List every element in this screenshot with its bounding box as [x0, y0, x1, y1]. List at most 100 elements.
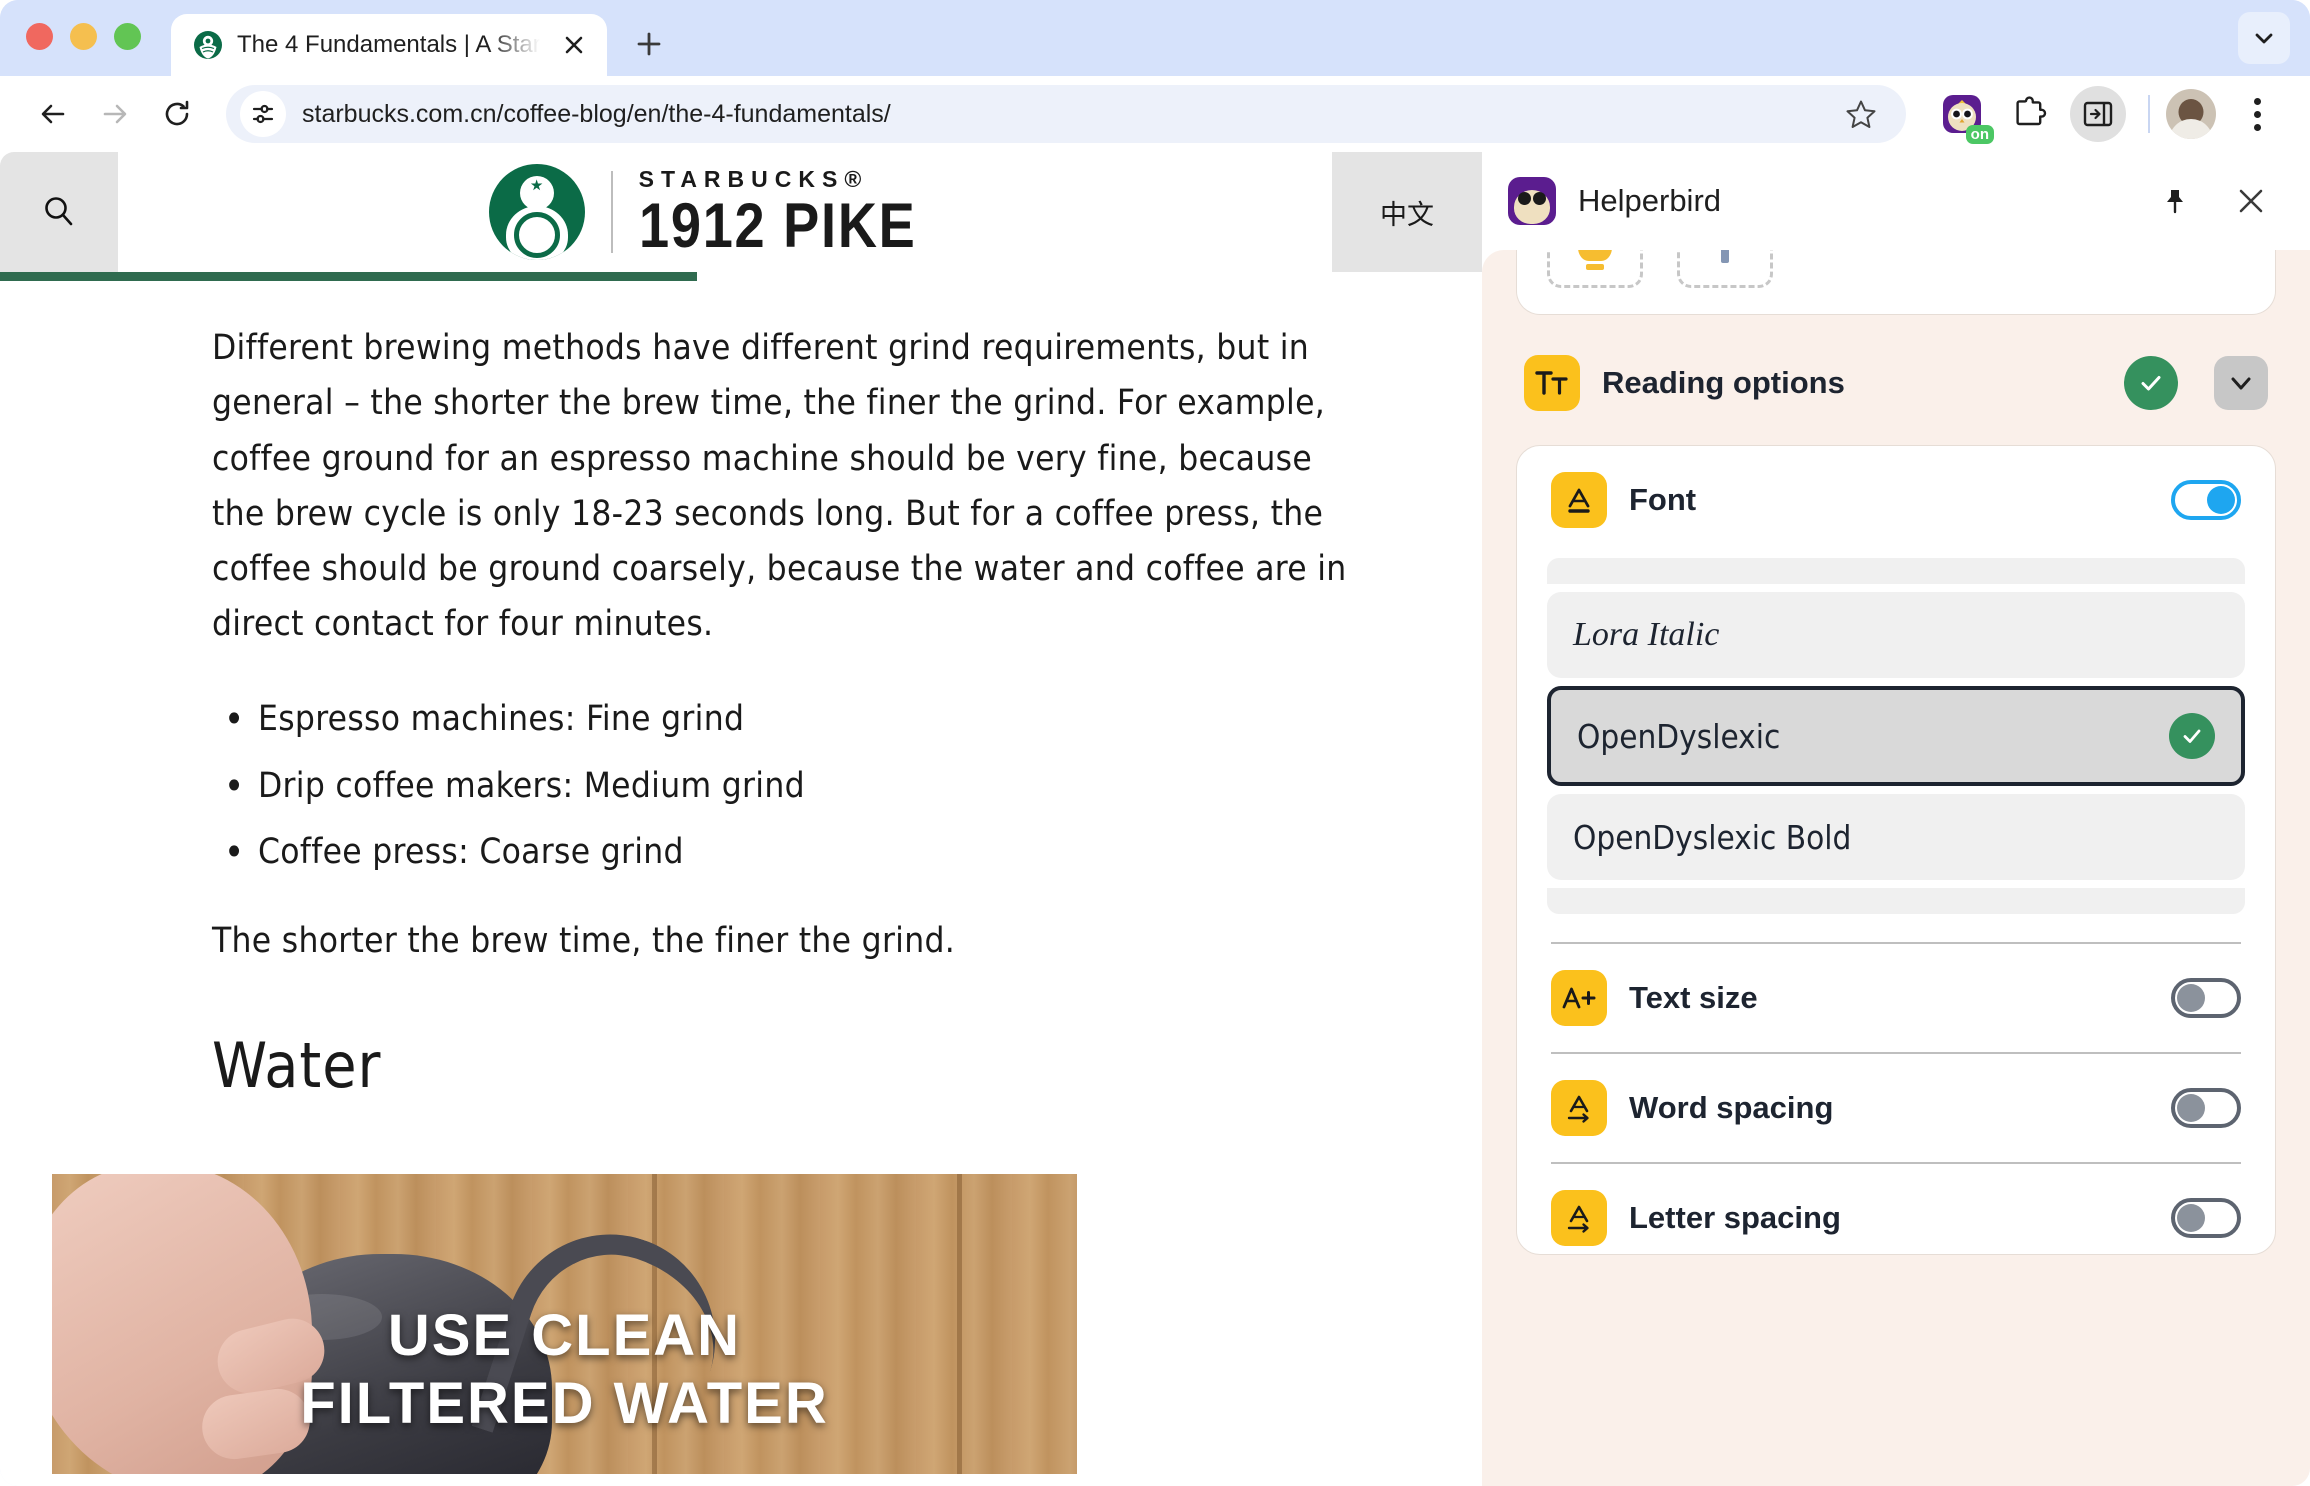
address-bar[interactable]: starbucks.com.cn/coffee-blog/en/the-4-fu…: [226, 85, 1906, 143]
arrow-right-icon: [98, 97, 132, 131]
check-circle-icon[interactable]: [2124, 356, 2178, 410]
font-option-opendyslexic-bold[interactable]: OpenDyslexic Bold: [1547, 794, 2245, 880]
plus-icon: [635, 30, 663, 58]
text-size-row: Text size: [1547, 944, 2245, 1052]
helperbird-owl-icon: [1508, 177, 1556, 225]
viewport: STARBUCKS® 1912 PIKE 中文 Different brewin…: [0, 152, 2310, 1486]
letter-spacing-toggle[interactable]: [2171, 1198, 2241, 1238]
extensions-button[interactable]: [2002, 86, 2058, 142]
star-icon[interactable]: [1838, 91, 1884, 137]
section-heading-water: Water: [212, 1028, 382, 1102]
new-tab-button[interactable]: [621, 16, 677, 72]
maximize-window-button[interactable]: [114, 22, 141, 50]
font-toggle[interactable]: [2171, 480, 2241, 520]
word-spacing-toggle[interactable]: [2171, 1088, 2241, 1128]
extension-on-badge: on: [1965, 124, 1994, 144]
brand-1912-pike: 1912 PIKE: [638, 191, 917, 261]
font-label: Font: [1629, 482, 1697, 517]
font-option-opendyslexic[interactable]: OpenDyslexic: [1547, 686, 2245, 786]
grind-list: Espresso machines: Fine grind Drip coffe…: [212, 695, 1347, 877]
reading-progress-track: [0, 272, 1482, 281]
chevron-down-icon: [2227, 369, 2255, 397]
back-button[interactable]: [22, 83, 84, 145]
tab-strip: The 4 Fundamentals | A Starb: [0, 0, 2310, 76]
check-circle-icon: [2169, 713, 2215, 759]
word-spacing-row: Word spacing: [1547, 1054, 2245, 1162]
browser-window: The 4 Fundamentals | A Starb starbucks.c…: [0, 0, 2310, 1486]
letter-spacing-icon: [1551, 1190, 1607, 1246]
three-dot-menu-icon[interactable]: [2230, 86, 2284, 142]
font-option-row: Font: [1547, 446, 2245, 554]
search-icon: [39, 192, 79, 232]
article-paragraph: Different brewing methods have different…: [212, 328, 1347, 645]
web-page: STARBUCKS® 1912 PIKE 中文 Different brewin…: [0, 152, 1482, 1486]
plus-icon: [1702, 250, 1748, 263]
closing-line: The shorter the brew time, the finer the…: [212, 921, 956, 962]
quick-actions-card: [1516, 250, 2276, 315]
browser-tab[interactable]: The 4 Fundamentals | A Starb: [171, 14, 607, 76]
font-options-list: Lora Italic OpenDyslexic OpenDyslexic Bo…: [1547, 554, 2245, 914]
font-icon: [1551, 472, 1607, 528]
starbucks-siren-icon: [488, 164, 585, 260]
list-item: Espresso machines: Fine grind: [212, 695, 1347, 743]
panel-header: Helperbird: [1482, 152, 2310, 250]
reading-progress-fill: [0, 272, 697, 281]
letter-spacing-label: Letter spacing: [1629, 1200, 1841, 1235]
site-search-button[interactable]: [0, 152, 118, 272]
window-controls: [26, 0, 171, 76]
font-option-lora-italic[interactable]: Lora Italic: [1547, 592, 2245, 678]
side-panel-icon: [2081, 97, 2115, 131]
tab-search-button[interactable]: [2238, 12, 2290, 64]
word-spacing-label: Word spacing: [1629, 1090, 1834, 1125]
chevron-down-icon: [2252, 26, 2276, 50]
figure-overlay-line-1: USE CLEAN: [387, 1302, 742, 1368]
arrow-left-icon: [36, 97, 70, 131]
tune-icon[interactable]: [240, 91, 286, 137]
word-spacing-icon: [1551, 1080, 1607, 1136]
browser-toolbar: starbucks.com.cn/coffee-blog/en/the-4-fu…: [0, 76, 2310, 152]
panel-body: Reading options Font Lora Italic OpenDys…: [1482, 250, 2310, 1486]
figure-overlay-text: USE CLEAN FILTERED WATER: [52, 1302, 1077, 1439]
avatar-body: [2169, 119, 2213, 139]
url-text: starbucks.com.cn/coffee-blog/en/the-4-fu…: [302, 99, 891, 128]
font-list-partial-bottom: [1547, 888, 2245, 914]
lightbulb-icon: [1578, 250, 1612, 261]
reload-icon: [161, 98, 193, 130]
profile-avatar[interactable]: [2166, 89, 2216, 139]
collapse-section-button[interactable]: [2214, 356, 2268, 410]
reload-button[interactable]: [146, 83, 208, 145]
close-window-button[interactable]: [26, 22, 53, 50]
toolbar-divider: [2148, 95, 2150, 133]
text-size-toggle[interactable]: [2171, 978, 2241, 1018]
reading-options-header[interactable]: Reading options: [1516, 315, 2276, 445]
quick-action-add[interactable]: [1677, 250, 1773, 288]
minimize-window-button[interactable]: [70, 22, 97, 50]
reading-options-title: Reading options: [1602, 365, 1845, 400]
close-icon[interactable]: [557, 28, 591, 62]
site-header: STARBUCKS® 1912 PIKE 中文: [0, 152, 1482, 272]
language-toggle-chinese[interactable]: 中文: [1332, 152, 1482, 272]
water-figure-image: USE CLEAN FILTERED WATER: [52, 1173, 1077, 1474]
helperbird-side-panel: Helperbird Reading options Font Lora Ita…: [1482, 152, 2310, 1486]
logo-divider: [610, 171, 613, 253]
site-logo[interactable]: STARBUCKS® 1912 PIKE: [118, 152, 1332, 272]
pin-icon[interactable]: [2152, 178, 2198, 224]
font-option-label: Lora Italic: [1573, 616, 1720, 653]
figure-overlay-line-2: FILTERED WATER: [300, 1371, 829, 1437]
font-option-label: OpenDyslexic Bold: [1573, 817, 1852, 857]
quick-action-lightbulb[interactable]: [1547, 250, 1643, 288]
brand-starbucks: STARBUCKS®: [638, 166, 869, 192]
text-size-label: Text size: [1629, 980, 1758, 1015]
close-icon[interactable]: [2228, 178, 2274, 224]
forward-button[interactable]: [84, 83, 146, 145]
panel-title: Helperbird: [1578, 183, 1722, 218]
puzzle-icon: [2012, 96, 2048, 132]
reading-options-card: Font Lora Italic OpenDyslexic OpenDyslex…: [1516, 445, 2276, 1255]
side-panel-button[interactable]: [2070, 86, 2126, 142]
letter-spacing-row: Letter spacing: [1547, 1164, 2245, 1254]
text-format-icon: [1524, 355, 1580, 411]
helperbird-extension-button[interactable]: on: [1934, 86, 1994, 144]
list-item: Drip coffee makers: Medium grind: [212, 762, 1347, 810]
text-size-icon: [1551, 970, 1607, 1026]
starbucks-siren-icon: [193, 30, 223, 60]
